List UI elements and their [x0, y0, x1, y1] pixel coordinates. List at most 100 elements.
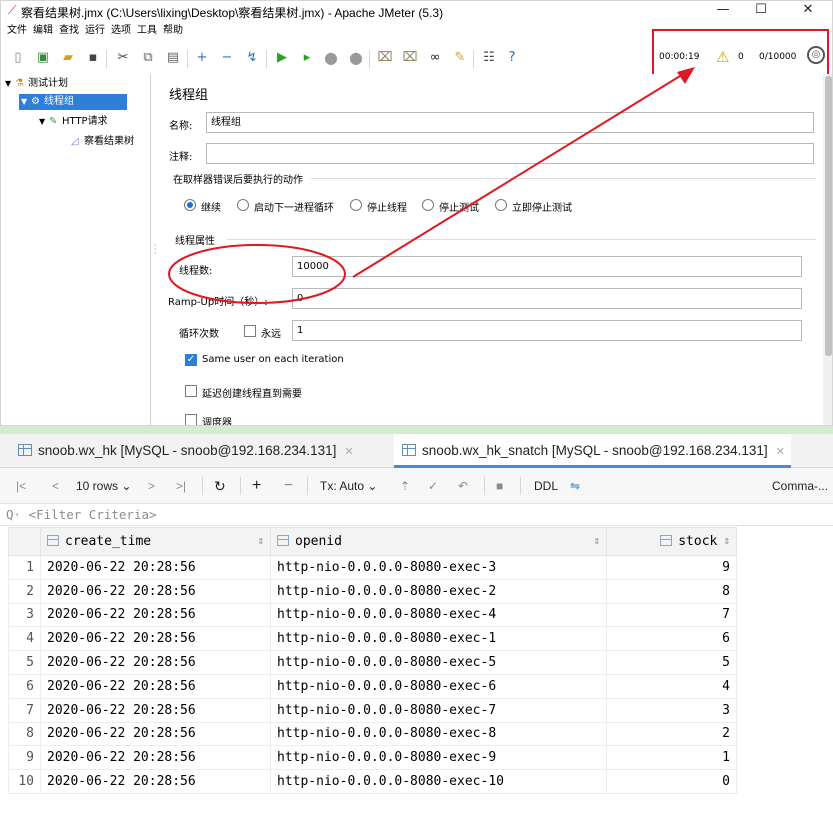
cell-create-time[interactable]: 2020-06-22 20:28:56: [40, 769, 271, 794]
cell-openid[interactable]: http-nio-0.0.0.0-8080-exec-10: [270, 769, 607, 794]
table-row[interactable]: 3 2020-06-22 20:28:56 http-nio-0.0.0.0-808…: [8, 602, 737, 628]
cell-openid[interactable]: http-nio-0.0.0.0-8080-exec-1: [270, 626, 607, 652]
column-header-openid[interactable]: openid ⇕: [270, 527, 607, 556]
cell-openid[interactable]: http-nio-0.0.0.0-8080-exec-3: [270, 555, 607, 580]
refresh-icon[interactable]: ↻: [214, 477, 226, 495]
export-format-selector[interactable]: Comma-...: [772, 477, 828, 495]
menu-run[interactable]: 运行: [85, 22, 105, 40]
paste-icon[interactable]: ▤: [165, 50, 181, 66]
radio-continue[interactable]: [184, 199, 196, 211]
cell-stock[interactable]: 0: [606, 769, 737, 794]
save-icon[interactable]: ▪: [85, 50, 101, 66]
same-user-checkbox[interactable]: ✓: [185, 354, 197, 366]
cut-icon[interactable]: ✂: [115, 50, 131, 66]
start-no-pause-icon[interactable]: ▸: [299, 50, 315, 66]
first-page-icon[interactable]: |<: [16, 477, 26, 495]
close-tab-icon[interactable]: ✕: [776, 446, 785, 458]
cell-openid[interactable]: http-nio-0.0.0.0-8080-exec-7: [270, 697, 607, 723]
table-row[interactable]: 6 2020-06-22 20:28:56 http-nio-0.0.0.0-808…: [8, 673, 737, 699]
expand-toggle-icon[interactable]: ▼: [5, 76, 15, 92]
stop-icon[interactable]: ●: [323, 50, 339, 66]
tab-wx-hk-snatch[interactable]: snoob.wx_hk_snatch [MySQL - snoob@192.16…: [394, 434, 791, 468]
radio-stop-test-now[interactable]: [495, 199, 507, 211]
ddl-button[interactable]: DDL: [534, 477, 558, 495]
name-field[interactable]: 线程组: [206, 112, 814, 133]
forever-checkbox[interactable]: [244, 325, 256, 337]
delay-thread-creation-checkbox[interactable]: [185, 385, 197, 397]
cell-stock[interactable]: 6: [606, 626, 737, 652]
clear-icon[interactable]: ⌧: [377, 50, 393, 66]
sort-icon[interactable]: ⇕: [723, 534, 730, 547]
cell-stock[interactable]: 8: [606, 578, 737, 604]
commit-check-icon[interactable]: ✓: [428, 477, 438, 495]
cell-create-time[interactable]: 2020-06-22 20:28:56: [40, 697, 271, 723]
cell-create-time[interactable]: 2020-06-22 20:28:56: [40, 673, 271, 699]
cell-create-time[interactable]: 2020-06-22 20:28:56: [40, 602, 271, 628]
sync-icon[interactable]: ⇋: [570, 477, 580, 495]
cell-stock[interactable]: 1: [606, 745, 737, 771]
menu-search[interactable]: 查找: [59, 22, 79, 40]
menu-options[interactable]: 选项: [111, 22, 131, 40]
cell-create-time[interactable]: 2020-06-22 20:28:56: [40, 578, 271, 604]
last-page-icon[interactable]: >|: [176, 477, 186, 495]
radio-stop-thread[interactable]: [350, 199, 362, 211]
table-row[interactable]: 9 2020-06-22 20:28:56 http-nio-0.0.0.0-808…: [8, 745, 737, 771]
rollback-icon[interactable]: ↶: [458, 477, 468, 495]
start-icon[interactable]: ▶: [274, 50, 290, 66]
toggle-icon[interactable]: ↯: [244, 50, 260, 66]
prev-page-icon[interactable]: <: [52, 477, 59, 495]
tree-node-view-results-tree[interactable]: ◿ 察看结果树: [71, 134, 134, 150]
menu-help[interactable]: 帮助: [163, 22, 183, 40]
stop-square-icon[interactable]: ■: [496, 477, 503, 495]
menu-edit[interactable]: 编辑: [33, 22, 53, 40]
maximize-button[interactable]: ☐: [743, 1, 779, 21]
cell-create-time[interactable]: 2020-06-22 20:28:56: [40, 721, 271, 747]
table-row[interactable]: 10 2020-06-22 20:28:56 http-nio-0.0.0.0-80…: [8, 769, 737, 794]
cell-stock[interactable]: 5: [606, 650, 737, 675]
sort-icon[interactable]: ⇕: [257, 534, 264, 547]
rows-selector[interactable]: 10 rows ⌄: [76, 477, 131, 495]
table-row[interactable]: 4 2020-06-22 20:28:56 http-nio-0.0.0.0-808…: [8, 626, 737, 652]
column-header-stock[interactable]: stock ⇕: [606, 527, 737, 556]
cell-create-time[interactable]: 2020-06-22 20:28:56: [40, 650, 271, 675]
threads-field[interactable]: 10000: [292, 256, 802, 277]
add-row-icon[interactable]: +: [252, 477, 261, 495]
rampup-field[interactable]: 0: [292, 288, 802, 309]
cell-openid[interactable]: http-nio-0.0.0.0-8080-exec-5: [270, 650, 607, 675]
table-row[interactable]: 8 2020-06-22 20:28:56 http-nio-0.0.0.0-808…: [8, 721, 737, 747]
table-row[interactable]: 1 2020-06-22 20:28:56 http-nio-0.0.0.0-808…: [8, 555, 737, 580]
sort-icon[interactable]: ⇕: [593, 534, 600, 547]
close-button[interactable]: ✕: [790, 1, 826, 21]
expand-toggle-icon[interactable]: ▼: [21, 94, 31, 110]
db-commit-icon[interactable]: ⇡: [400, 477, 410, 495]
cell-stock[interactable]: 2: [606, 721, 737, 747]
filter-bar[interactable]: Q· <Filter Criteria>: [0, 504, 833, 526]
scheduler-checkbox[interactable]: [185, 414, 197, 425]
tree-node-thread-group[interactable]: ▼ ⚙ 线程组: [19, 94, 127, 110]
cell-openid[interactable]: http-nio-0.0.0.0-8080-exec-4: [270, 602, 607, 628]
cell-stock[interactable]: 7: [606, 602, 737, 628]
table-row[interactable]: 5 2020-06-22 20:28:56 http-nio-0.0.0.0-808…: [8, 650, 737, 675]
radio-start-next-loop[interactable]: [237, 199, 249, 211]
collapse-icon[interactable]: −: [219, 50, 235, 66]
radio-stop-test[interactable]: [422, 199, 434, 211]
cell-create-time[interactable]: 2020-06-22 20:28:56: [40, 745, 271, 771]
next-page-icon[interactable]: >: [148, 477, 155, 495]
search-binoculars-icon[interactable]: ∞: [427, 50, 443, 66]
tx-mode-selector[interactable]: Tx: Auto ⌄: [320, 477, 377, 495]
menu-tools[interactable]: 工具: [137, 22, 157, 40]
new-icon[interactable]: ▯: [10, 50, 26, 66]
minimize-button[interactable]: —: [705, 1, 741, 21]
shutdown-icon[interactable]: ●: [348, 50, 364, 66]
help-icon[interactable]: ?: [504, 50, 520, 66]
splitter[interactable]: · · ·: [152, 74, 159, 425]
filter-input[interactable]: <Filter Criteria>: [29, 507, 157, 522]
delete-row-icon[interactable]: −: [284, 477, 293, 495]
menu-file[interactable]: 文件: [7, 22, 27, 40]
function-helper-icon[interactable]: ☷: [481, 50, 497, 66]
cell-stock[interactable]: 4: [606, 673, 737, 699]
column-header-create-time[interactable]: create_time ⇕: [40, 527, 271, 556]
cell-openid[interactable]: http-nio-0.0.0.0-8080-exec-6: [270, 673, 607, 699]
open-icon[interactable]: ▰: [60, 50, 76, 66]
table-row[interactable]: 7 2020-06-22 20:28:56 http-nio-0.0.0.0-808…: [8, 697, 737, 723]
